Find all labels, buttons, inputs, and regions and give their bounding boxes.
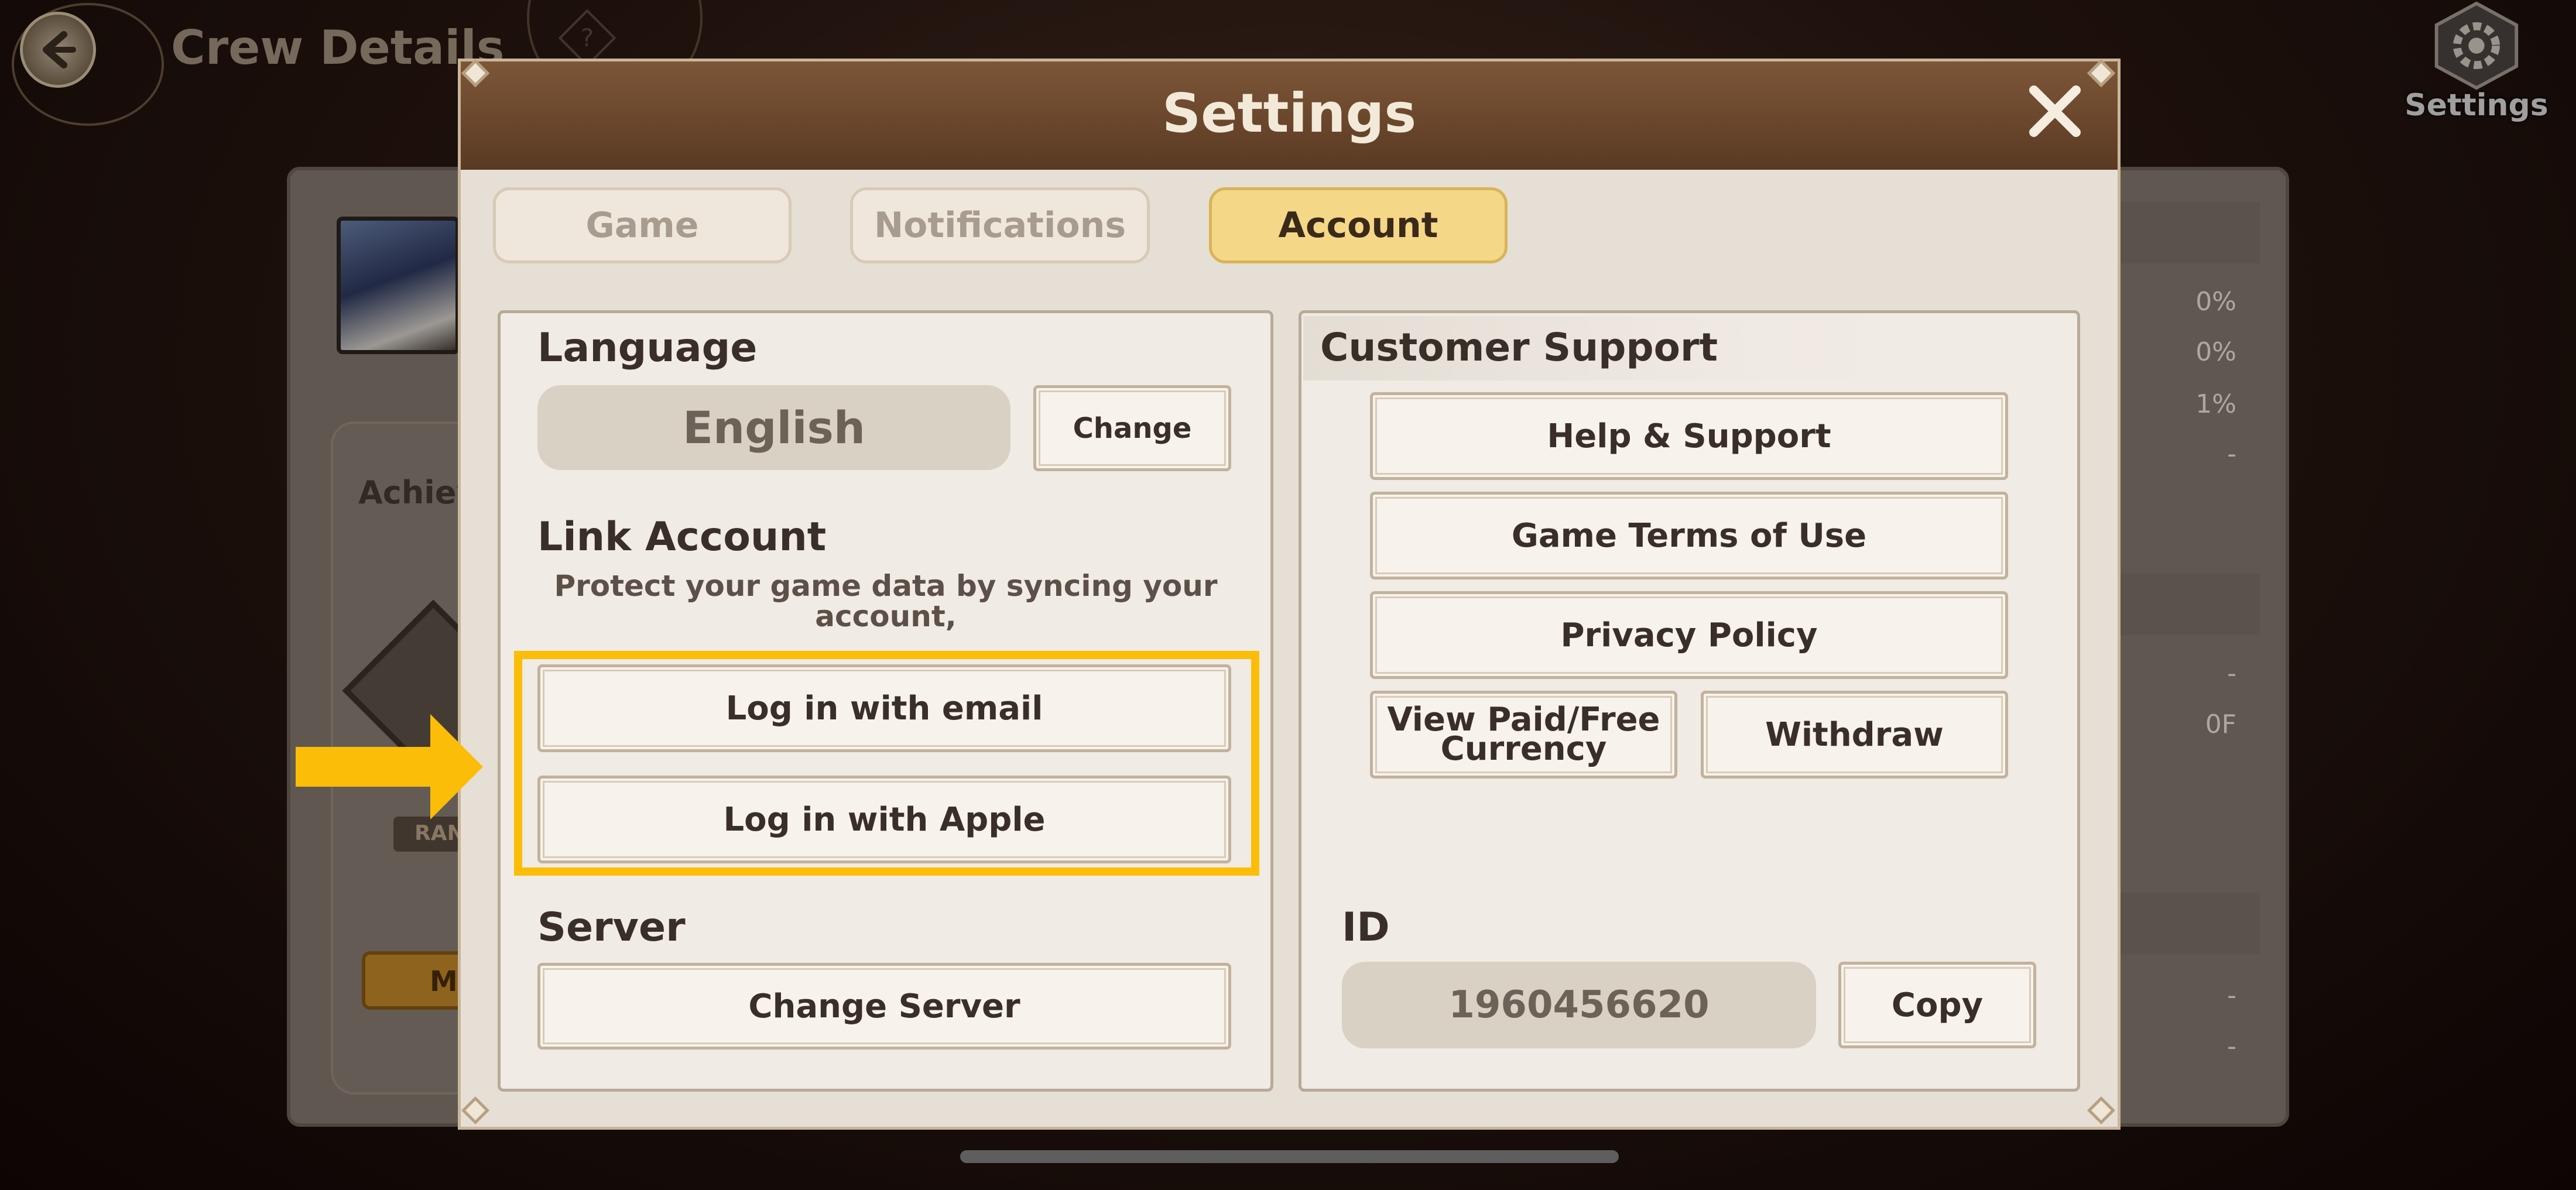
tab-account[interactable]: Account: [1209, 187, 1508, 263]
link-account-label: Link Account: [537, 514, 827, 560]
stats-header-bar: [2119, 574, 2260, 635]
rank-badge: RAN: [393, 817, 465, 852]
language-value: English: [537, 385, 1010, 470]
tab-notifications[interactable]: Notifications: [850, 187, 1150, 263]
customer-support-label: Customer Support: [1320, 325, 1718, 370]
settings-shortcut-button[interactable]: Settings: [2404, 0, 2548, 123]
change-server-button[interactable]: Change Server: [537, 963, 1231, 1050]
back-button[interactable]: [20, 12, 96, 88]
server-label: Server: [537, 904, 686, 951]
home-indicator[interactable]: [960, 1150, 1619, 1163]
help-support-button[interactable]: Help & Support: [1370, 392, 2008, 480]
withdraw-button[interactable]: Withdraw: [1701, 691, 2008, 779]
help-glyph: ?: [580, 23, 594, 52]
terms-of-use-button[interactable]: Game Terms of Use: [1370, 492, 2008, 579]
back-arrow-icon: [43, 31, 76, 68]
stat-value: 0F: [2205, 709, 2236, 739]
link-account-desc-line: account,: [815, 599, 957, 633]
page-title: Crew Details: [171, 20, 505, 75]
stat-value: 0%: [2195, 337, 2236, 367]
stats-header-bar: [2119, 202, 2260, 263]
view-currency-line: Currency: [1440, 730, 1607, 768]
stat-value: 1%: [2195, 389, 2236, 419]
crew-portrait: [337, 217, 460, 354]
stat-value: -: [2227, 659, 2236, 688]
change-language-button[interactable]: Change: [1033, 385, 1231, 471]
link-account-description: Protect your game data by syncing your a…: [537, 571, 1234, 632]
stats-header-bar: [2119, 893, 2260, 954]
dialog-title: Settings: [1162, 82, 1417, 145]
language-label: Language: [537, 325, 758, 371]
stat-value: -: [2227, 980, 2236, 1010]
copy-id-button[interactable]: Copy: [1838, 962, 2036, 1048]
stat-value: 0%: [2195, 287, 2236, 317]
close-button[interactable]: [2023, 79, 2087, 143]
link-account-desc-line: Protect your game data by syncing your: [554, 569, 1218, 603]
close-icon: [2029, 85, 2081, 137]
stat-value: -: [2227, 439, 2236, 469]
pointer-arrow-icon: [296, 714, 489, 822]
view-currency-button[interactable]: View Paid/Free Currency: [1370, 691, 1677, 779]
tab-game[interactable]: Game: [493, 187, 792, 263]
id-label: ID: [1342, 904, 1390, 951]
privacy-policy-button[interactable]: Privacy Policy: [1370, 591, 2008, 679]
login-options-highlight: [514, 651, 1259, 876]
user-id-value: 1960456620: [1342, 962, 1816, 1048]
stat-value: -: [2227, 1031, 2236, 1061]
settings-shortcut-label: Settings: [2404, 88, 2548, 123]
gear-icon: [2434, 1, 2519, 90]
